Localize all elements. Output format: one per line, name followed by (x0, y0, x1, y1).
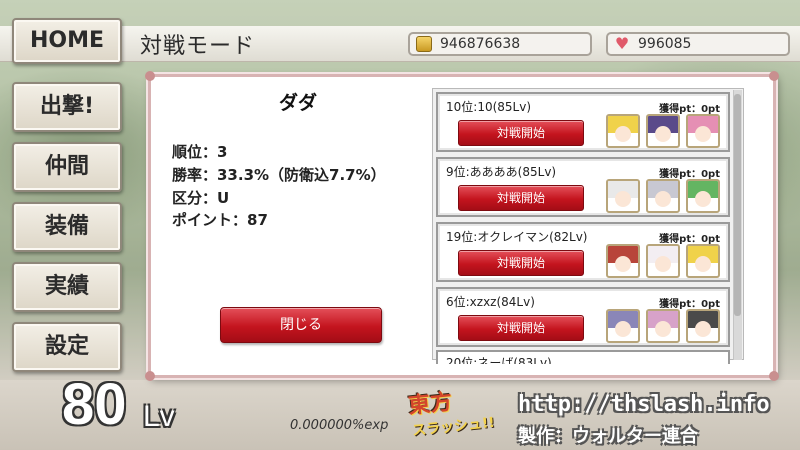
site-url: http://thslash.info (518, 392, 770, 417)
character-portrait-icon (646, 114, 680, 148)
character-portrait-icon (606, 114, 640, 148)
start-battle-button[interactable]: 対戦開始 (458, 185, 584, 211)
character-portrait-icon (606, 179, 640, 213)
player-level: 80 (62, 372, 127, 437)
start-battle-button[interactable]: 対戦開始 (458, 250, 584, 276)
equipment-button[interactable]: 装備 (12, 202, 122, 252)
start-battle-button[interactable]: 対戦開始 (458, 315, 584, 341)
page-title: 対戦モード (140, 34, 256, 59)
level-unit: Lv (143, 400, 175, 433)
class-text: 区分：U (172, 189, 230, 207)
sortie-button[interactable]: 出撃! (12, 82, 122, 132)
rank-text: 順位：3 (172, 143, 228, 161)
party-button[interactable]: 仲間 (12, 142, 122, 192)
opponent-card-partial: 20位:ネーば(83Lv) (436, 350, 730, 364)
earned-points: 獲得pt：0pt (659, 234, 720, 245)
character-portrait-icon (686, 114, 720, 148)
opponent-card: 10位:10(85Lv) 獲得pt：0pt 対戦開始 (436, 92, 730, 152)
character-portrait-icon (606, 309, 640, 343)
earned-points: 獲得pt：0pt (659, 299, 720, 310)
modal-corner-ornament (145, 71, 155, 81)
coin-counter: 946876638 (408, 32, 592, 56)
earned-points: 獲得pt：0pt (659, 104, 720, 115)
coin-value: 946876638 (440, 36, 521, 52)
opponent-title: 9位:ああああ(85Lv) (446, 165, 557, 179)
opponent-title: 10位:10(85Lv) (446, 100, 532, 114)
modal-corner-ornament (769, 71, 779, 81)
opponent-title: 20位:ネーば(83Lv) (446, 356, 552, 364)
heart-counter: ♥ 996085 (606, 32, 790, 56)
character-portrait-icon (646, 179, 680, 213)
settings-button[interactable]: 設定 (12, 322, 122, 372)
achievements-button[interactable]: 実績 (12, 262, 122, 312)
heart-value: 996085 (638, 36, 692, 52)
character-portrait-icon (686, 179, 720, 213)
list-scrollbar-thumb[interactable] (734, 94, 741, 316)
start-battle-button[interactable]: 対戦開始 (458, 120, 584, 146)
opponent-title: 19位:オクレイマン(82Lv) (446, 230, 588, 244)
heart-icon: ♥ (614, 34, 630, 53)
character-portrait-icon (686, 244, 720, 278)
win-rate-text: 勝率：33.3%（防衛込7.7%） (172, 166, 386, 184)
character-portrait-icon (646, 244, 680, 278)
credit-text: 製作：ウォルター連合 (518, 426, 698, 447)
coin-icon (416, 36, 432, 52)
opponent-card: 9位:ああああ(85Lv) 獲得pt：0pt 対戦開始 (436, 157, 730, 217)
character-portrait-icon (646, 309, 680, 343)
modal-corner-ornament (769, 371, 779, 381)
opponent-title: 6位:xzxz(84Lv) (446, 295, 535, 309)
close-button[interactable]: 閉じる (220, 307, 382, 343)
opponent-card: 19位:オクレイマン(82Lv) 獲得pt：0pt 対戦開始 (436, 222, 730, 282)
exp-percentage: 0.000000%exp (290, 418, 389, 433)
character-portrait-icon (606, 244, 640, 278)
game-logo-title: 東方 (407, 389, 454, 420)
opponent-card: 6位:xzxz(84Lv) 獲得pt：0pt 対戦開始 (436, 287, 730, 347)
opponent-name: ダダ (278, 92, 317, 114)
points-text: ポイント：87 (172, 211, 268, 229)
home-button[interactable]: HOME (12, 18, 122, 64)
earned-points: 獲得pt：0pt (659, 169, 720, 180)
character-portrait-icon (686, 309, 720, 343)
modal-corner-ornament (145, 371, 155, 381)
